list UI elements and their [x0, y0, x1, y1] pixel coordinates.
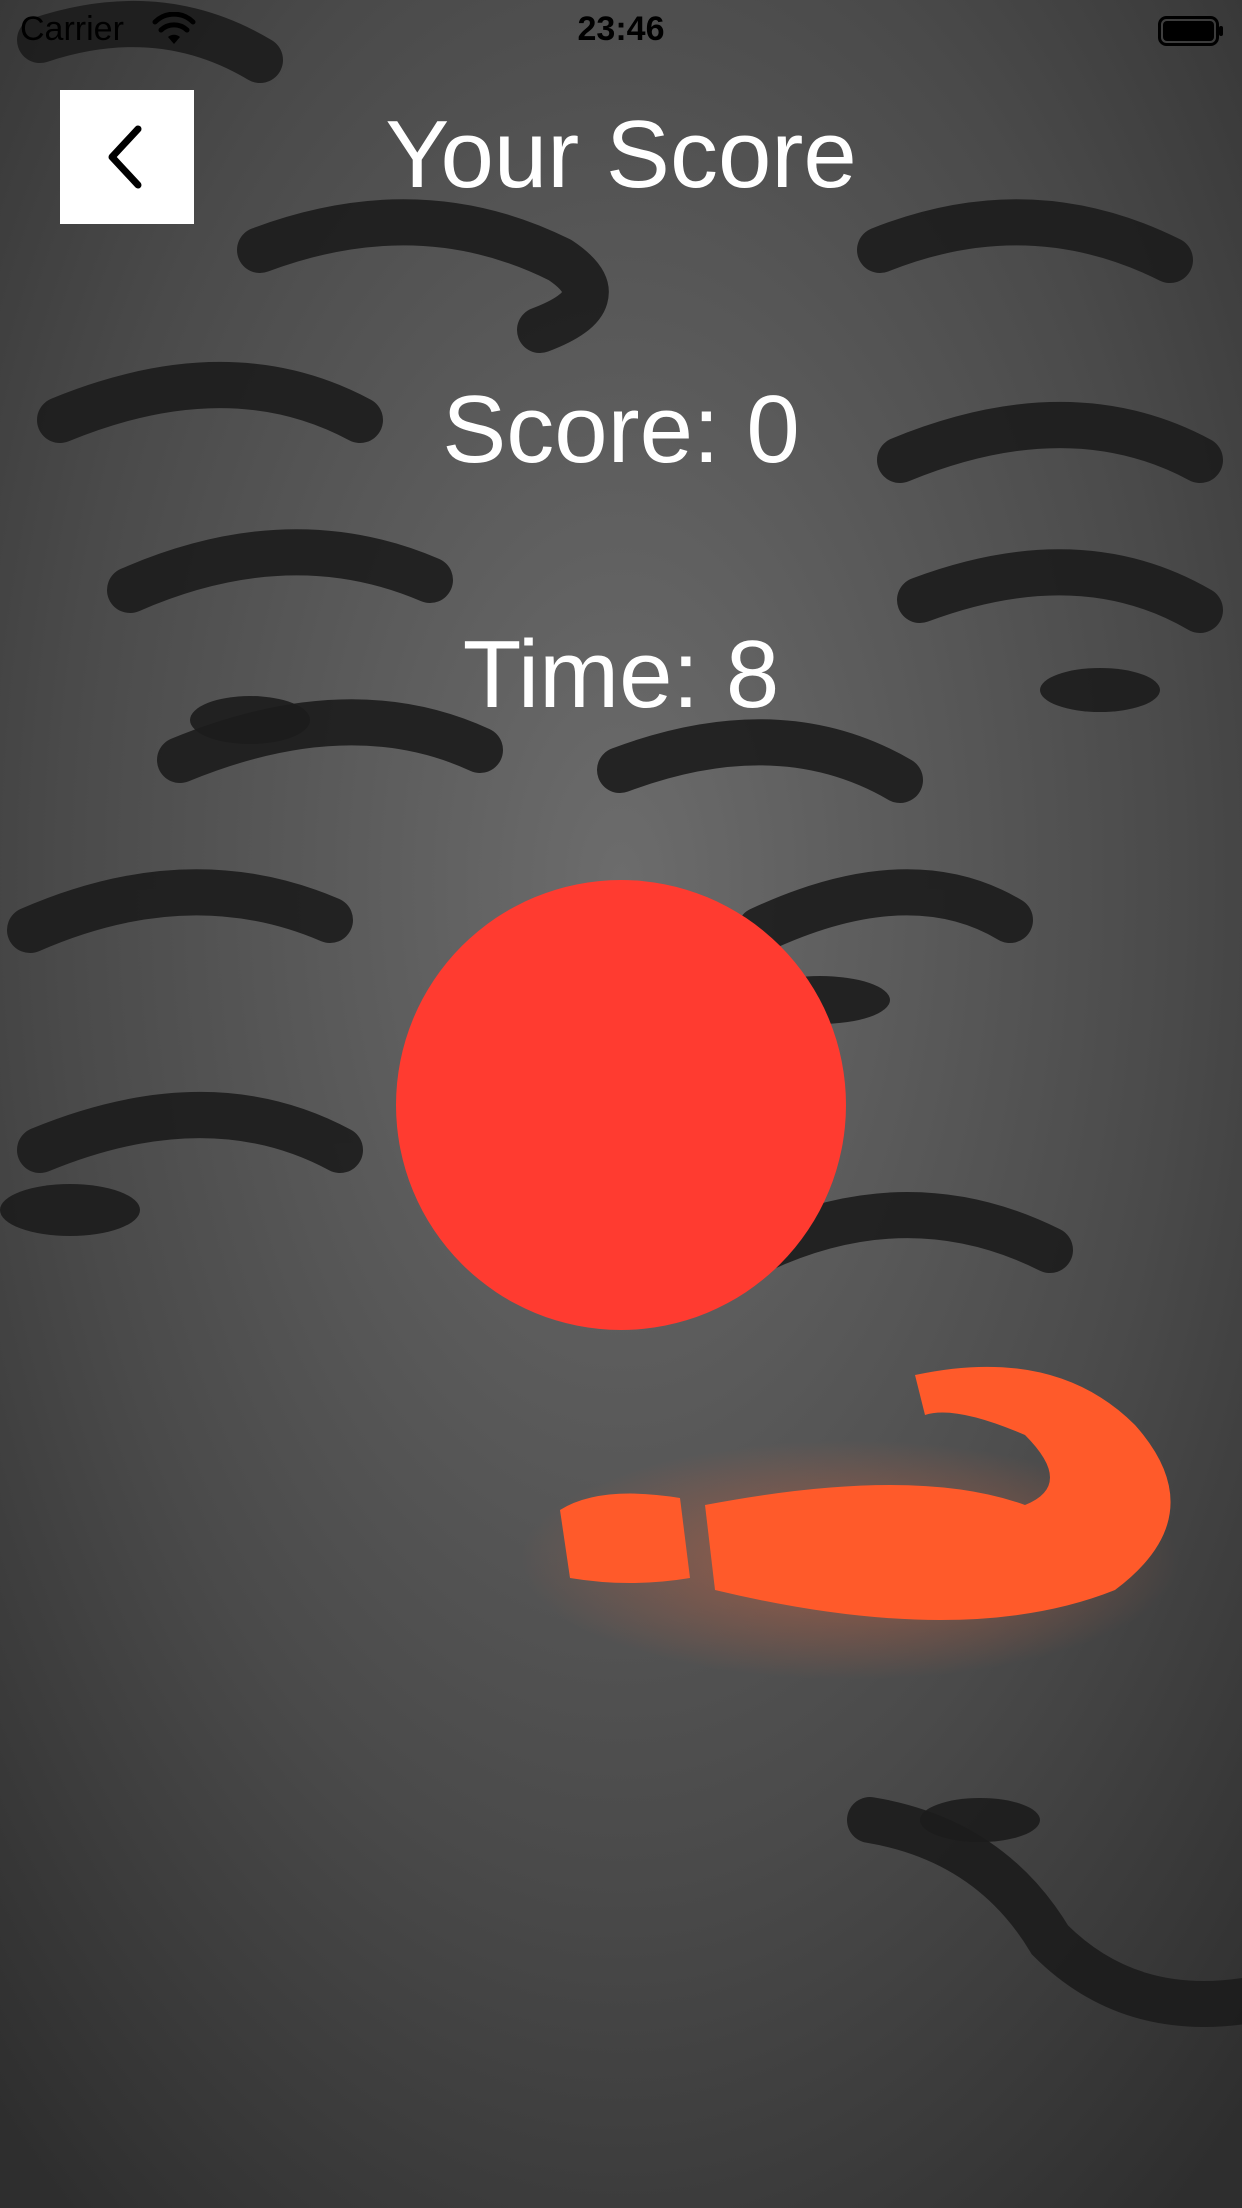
score-label: Score: 0 [442, 376, 800, 483]
status-bar: Carrier 23:46 [0, 0, 1242, 60]
target-circle[interactable] [396, 880, 846, 1330]
status-time: 23:46 [577, 10, 665, 48]
time-label: Time: 8 [462, 621, 780, 728]
page-title: Your Score [385, 101, 857, 208]
battery-icon [1158, 16, 1223, 46]
